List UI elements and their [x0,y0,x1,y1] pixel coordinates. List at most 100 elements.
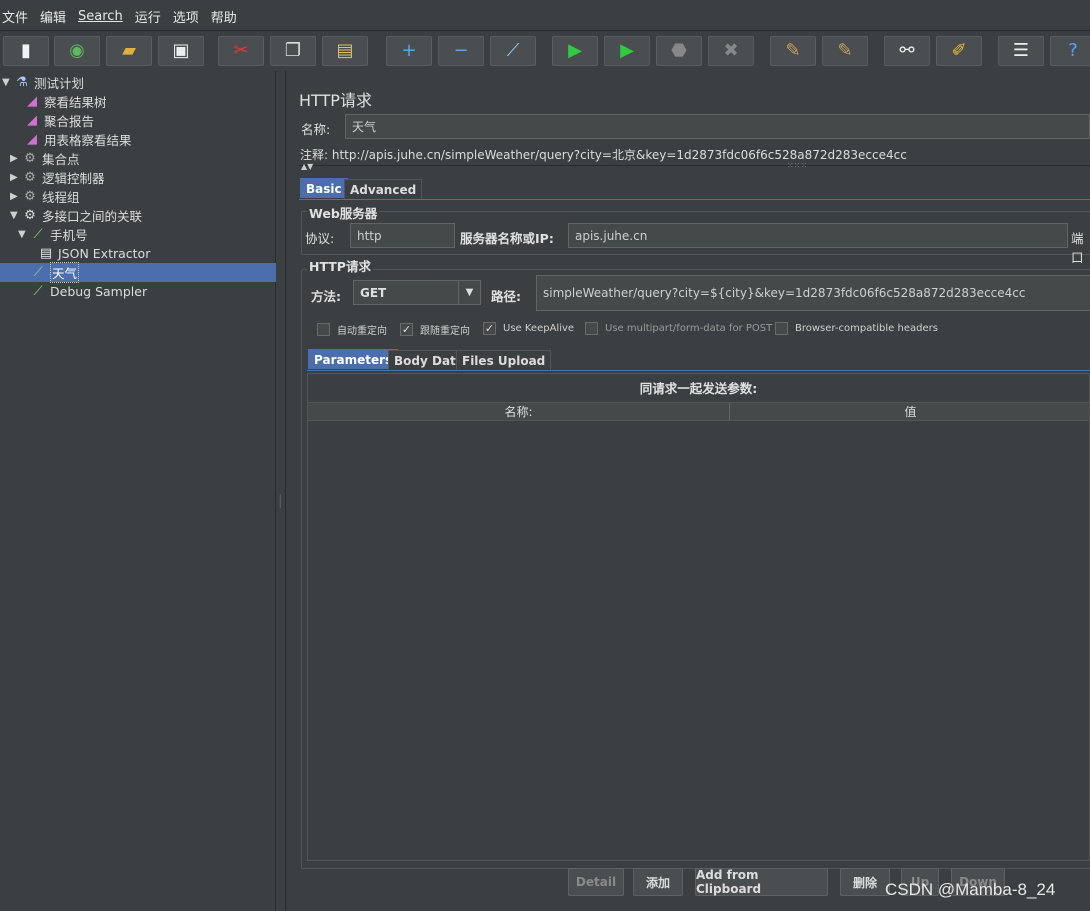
delete-button[interactable]: 删除 [840,868,890,896]
tree-node-logic-controller[interactable]: ▶ ⚙ 逻辑控制器 [10,168,105,187]
menu-edit[interactable]: 编辑 [40,7,66,26]
chart-icon: ◢ [27,94,37,109]
path-label: 路径: [491,289,521,304]
split-pane-divider[interactable]: ⁝ ⁝ ⁝ [277,71,286,911]
expand-button[interactable]: + [386,36,432,66]
checkbox-label: 跟随重定向 [420,326,470,337]
start-icon: ▶ [568,40,582,61]
detail-button[interactable]: Detail [568,868,624,896]
function-helper-button[interactable]: ☰ [998,36,1044,66]
function-helper-icon: ☰ [1012,40,1030,61]
tree-node-view-results-tree[interactable]: ◢ 察看结果树 [24,92,107,111]
clear-all-icon: ✎ [837,40,853,61]
checkbox-label: 自动重定向 [337,326,387,337]
protocol-field[interactable]: http [350,223,455,248]
toolbar: ▮ ◉ ▰ ▣ ✂ ❐ ▤ + − ⟋ ▶ ▶ ⬣ ✖ ✎ ✎ ⚯ ✐ ☰ ? [0,30,1090,70]
new-button[interactable]: ▮ [3,36,49,66]
tree-node-label: 测试计划 [34,76,85,91]
menu-file[interactable]: 文件 [2,7,28,26]
search-icon: ⚯ [899,40,915,61]
save-button[interactable]: ▣ [158,36,204,66]
tab-advanced[interactable]: Advanced [344,179,423,199]
column-name[interactable]: 名称: [308,403,729,420]
menu-help[interactable]: 帮助 [211,7,237,26]
reset-search-icon: ✐ [951,40,967,61]
column-value[interactable]: 值 [730,403,1090,420]
tree-node-weather[interactable]: ⟋ 天气 [30,262,80,283]
collapse-button[interactable]: − [438,36,484,66]
add-from-clipboard-button[interactable]: Add from Clipboard [695,868,828,896]
tab-basic[interactable]: Basic [300,178,348,198]
tree-node-label: 逻辑控制器 [42,171,105,186]
tree-toggle-icon[interactable]: ▼ [10,210,20,221]
shutdown-button[interactable]: ✖ [708,36,754,66]
open-button[interactable]: ▰ [106,36,152,66]
stop-button[interactable]: ⬣ [656,36,702,66]
clear-all-button[interactable]: ✎ [822,36,868,66]
tree-toggle-icon[interactable]: ▶ [10,172,20,183]
shutdown-icon: ✖ [723,40,739,61]
subtab-underline [307,370,1090,371]
tree-toggle-icon[interactable]: ▶ [10,153,20,164]
multipart-checkbox[interactable]: Use multipart/form-data for POST [585,322,772,335]
tree-node-test-plan[interactable]: ▼ ⚗ 测试计划 [2,73,84,92]
name-field[interactable]: 天气 [345,114,1090,139]
reset-search-button[interactable]: ✐ [936,36,982,66]
start-no-pause-button[interactable]: ▶ [604,36,650,66]
tree-toggle-icon[interactable]: ▼ [2,77,12,88]
tree-node-view-results-table[interactable]: ◢ 用表格察看结果 [24,130,132,149]
page-title: HTTP请求 [299,91,372,110]
tree-node-json-extractor[interactable]: ▤ JSON Extractor [38,244,151,263]
web-server-title: Web服务器 [307,203,380,222]
tree-node-phone[interactable]: ▼ ⟋ 手机号 [18,225,88,244]
server-field[interactable]: apis.juhe.cn [568,223,1068,248]
clear-button[interactable]: ✎ [770,36,816,66]
tree-toggle-icon[interactable]: ▼ [18,229,28,240]
paste-icon: ▤ [336,40,354,61]
document-icon: ▤ [39,246,53,261]
tree-node-debug-sampler[interactable]: ⟋ Debug Sampler [30,282,147,301]
tree-node-label: 线程组 [42,190,80,205]
params-caption: 同请求一起发送参数: [639,381,758,396]
tree-node-label: 多接口之间的关联 [42,209,143,224]
path-field[interactable]: simpleWeather/query?city=${city}&key=1d2… [536,275,1090,311]
toggle-button[interactable]: ⟋ [490,36,536,66]
tab-files-upload[interactable]: Files Upload [456,350,552,370]
templates-button[interactable]: ◉ [54,36,100,66]
paste-button[interactable]: ▤ [322,36,368,66]
menu-search[interactable]: Search [78,9,123,24]
divider-grip-icon: ⁙⁙⁙ [787,161,808,170]
start-button[interactable]: ▶ [552,36,598,66]
http-request-group-title: HTTP请求 [307,256,373,275]
follow-redirect-checkbox[interactable]: ✓ 跟随重定向 [400,322,470,337]
tree-node-label: Debug Sampler [50,284,148,299]
menu-run[interactable]: 运行 [135,7,161,26]
tab-parameters[interactable]: Parameters [308,349,399,369]
add-button[interactable]: 添加 [633,868,683,896]
checkbox-label: Use KeepAlive [503,323,575,334]
method-value: GET [360,285,387,300]
protocol-label: 协议: [305,231,335,246]
tree-node-label: 聚合报告 [44,114,95,129]
collapse-divider[interactable]: ▲▼ ⁙⁙⁙ [299,161,1090,171]
tree-node-sync-timer[interactable]: ▶ ⚙ 集合点 [10,149,80,168]
method-select[interactable]: GET ▼ [353,280,481,305]
chevron-down-icon: ▼ [458,281,480,304]
tree-node-multi-api[interactable]: ▼ ⚙ 多接口之间的关联 [10,206,142,225]
tab-underline [299,199,1090,200]
copy-icon: ❐ [284,40,302,61]
tree-toggle-icon[interactable]: ▶ [10,191,20,202]
tree-node-aggregate-report[interactable]: ◢ 聚合报告 [24,111,94,130]
keepalive-checkbox[interactable]: ✓ Use KeepAlive [483,322,574,335]
menu-options[interactable]: 选项 [173,7,199,26]
help-button[interactable]: ? [1050,36,1090,66]
browser-headers-checkbox[interactable]: Browser-compatible headers [775,322,938,335]
copy-button[interactable]: ❐ [270,36,316,66]
comment-field[interactable]: 注释: http://apis.juhe.cn/simpleWeather/qu… [300,146,907,163]
tree-node-label: 天气 [50,262,80,283]
collapse-arrows-icon: ▲▼ [301,162,314,171]
auto-redirect-checkbox[interactable]: 自动重定向 [317,322,387,337]
tree-node-thread-group[interactable]: ▶ ⚙ 线程组 [10,187,80,206]
cut-button[interactable]: ✂ [218,36,264,66]
search-button[interactable]: ⚯ [884,36,930,66]
